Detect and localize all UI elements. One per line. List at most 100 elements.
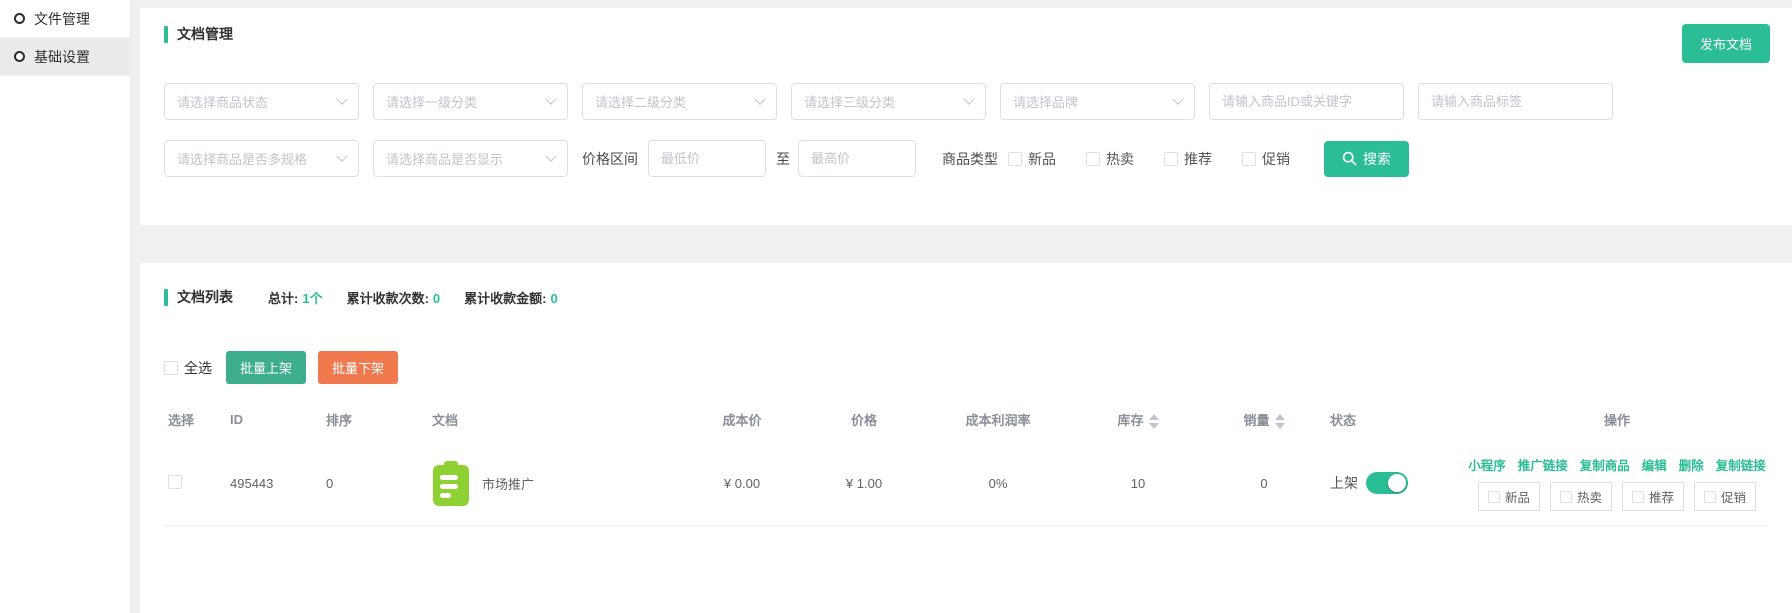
sidebar-item-basic-settings[interactable]: 基础设置: [0, 38, 130, 76]
row-price: ¥ 1.00: [806, 441, 922, 526]
bulk-list-button[interactable]: 批量上架: [226, 351, 306, 384]
checkbox-label: 促销: [1262, 149, 1290, 169]
document-thumbnail-icon: [432, 461, 470, 506]
row-actions-cell: 小程序 推广链接 复制商品 编辑 删除 复制链接 新品 热卖 推荐 促销: [1466, 441, 1768, 526]
select-placeholder: 请选择二级分类: [595, 92, 686, 111]
col-sort: 排序: [322, 398, 428, 441]
stat-value: 0: [551, 291, 558, 306]
type-checkbox-new[interactable]: 新品: [1008, 149, 1056, 169]
delete-link[interactable]: 删除: [1679, 455, 1704, 474]
price-to-label: 至: [776, 149, 790, 169]
chevron-down-icon: [754, 93, 765, 104]
type-checkbox-recommend[interactable]: 推荐: [1164, 149, 1212, 169]
main-content: 文档管理 发布文档 请选择商品状态 请选择一级分类 请选择二级分类 请选择三级分…: [140, 0, 1792, 613]
category-level1-select[interactable]: 请选择一级分类: [373, 83, 568, 120]
publish-document-button[interactable]: 发布文档: [1682, 24, 1770, 63]
status-toggle[interactable]: [1366, 472, 1408, 494]
bulk-delist-button[interactable]: 批量下架: [318, 351, 398, 384]
select-all-label: 全选: [184, 358, 212, 378]
col-sales: 销量: [1202, 398, 1326, 441]
chip-label: 新品: [1505, 487, 1530, 506]
chevron-down-icon: [963, 93, 974, 104]
tag-checkbox-recommend[interactable]: 推荐: [1622, 482, 1684, 511]
copy-product-link[interactable]: 复制商品: [1580, 455, 1630, 474]
checkbox-icon: [1086, 152, 1100, 166]
document-name: 市场推广: [482, 474, 534, 493]
sidebar-item-label: 文件管理: [34, 9, 90, 29]
checkbox-icon: [1488, 491, 1500, 503]
price-range-label: 价格区间: [582, 149, 638, 169]
row-id: 495443: [226, 441, 322, 526]
sales-sort-control[interactable]: [1275, 414, 1285, 429]
search-button-label: 搜索: [1363, 149, 1391, 169]
row-checkbox[interactable]: [168, 475, 182, 489]
chevron-down-icon: [336, 150, 347, 161]
select-all-checkbox[interactable]: 全选: [164, 358, 212, 378]
chip-label: 促销: [1721, 487, 1746, 506]
copy-link-link[interactable]: 复制链接: [1716, 455, 1766, 474]
checkbox-icon: [1242, 152, 1256, 166]
stat-payment-amount: 累计收款金额:0: [464, 288, 558, 307]
sidebar-item-file-management[interactable]: 文件管理: [0, 0, 130, 38]
toggle-knob: [1388, 474, 1406, 492]
type-checkbox-hot[interactable]: 热卖: [1086, 149, 1134, 169]
filter-panel: 文档管理 发布文档 请选择商品状态 请选择一级分类 请选择二级分类 请选择三级分…: [140, 8, 1792, 225]
checkbox-icon: [1560, 491, 1572, 503]
row-cost-price: ¥ 0.00: [678, 441, 806, 526]
min-price-input[interactable]: [648, 140, 766, 177]
multi-spec-select[interactable]: 请选择商品是否多规格: [164, 140, 359, 177]
checkbox-icon: [1164, 152, 1178, 166]
stat-payment-count: 累计收款次数:0: [347, 288, 441, 307]
tag-checkbox-promo[interactable]: 促销: [1694, 482, 1756, 511]
row-select-cell: [164, 441, 226, 526]
radio-circle-icon: [14, 13, 25, 24]
col-actions: 操作: [1466, 398, 1768, 441]
list-title: 文档列表: [177, 287, 233, 307]
tag-chips: 新品 热卖 推荐 促销: [1470, 482, 1764, 511]
category-level2-select[interactable]: 请选择二级分类: [582, 83, 777, 120]
table-row: 495443 0 市场推广: [164, 441, 1768, 526]
filter-row-2: 请选择商品是否多规格 请选择商品是否显示 价格区间 至 商品类型 新品 热卖: [164, 140, 1770, 177]
stat-total: 总计:1个: [268, 288, 323, 307]
tag-checkbox-hot[interactable]: 热卖: [1550, 482, 1612, 511]
checkbox-icon: [164, 361, 178, 375]
action-links: 小程序 推广链接 复制商品 编辑 删除 复制链接: [1470, 455, 1764, 474]
status-label: 上架: [1330, 473, 1358, 493]
tag-checkbox-new[interactable]: 新品: [1478, 482, 1540, 511]
col-document: 文档: [428, 398, 678, 441]
max-price-input[interactable]: [798, 140, 916, 177]
bulk-actions-row: 全选 批量上架 批量下架: [164, 351, 1768, 384]
sort-asc-icon[interactable]: [1275, 414, 1285, 420]
col-stock-label: 库存: [1117, 413, 1143, 428]
visibility-select[interactable]: 请选择商品是否显示: [373, 140, 568, 177]
checkbox-label: 推荐: [1184, 149, 1212, 169]
title-accent-bar: [164, 289, 168, 306]
chip-label: 推荐: [1649, 487, 1674, 506]
promotion-link[interactable]: 推广链接: [1518, 455, 1568, 474]
product-tag-input[interactable]: [1418, 83, 1613, 120]
search-icon: [1342, 151, 1357, 166]
row-cost-margin: 0%: [922, 441, 1074, 526]
sort-asc-icon[interactable]: [1149, 414, 1159, 420]
list-header: 文档列表 总计:1个 累计收款次数:0 累计收款金额:0: [164, 287, 1768, 307]
sort-desc-icon[interactable]: [1275, 423, 1285, 429]
brand-select[interactable]: 请选择品牌: [1000, 83, 1195, 120]
col-status: 状态: [1326, 398, 1466, 441]
search-button[interactable]: 搜索: [1324, 141, 1409, 177]
category-level3-select[interactable]: 请选择三级分类: [791, 83, 986, 120]
select-placeholder: 请选择商品是否多规格: [177, 149, 307, 168]
product-id-keyword-input[interactable]: [1209, 83, 1404, 120]
title-accent-bar: [164, 26, 168, 43]
product-status-select[interactable]: 请选择商品状态: [164, 83, 359, 120]
type-checkbox-promo[interactable]: 促销: [1242, 149, 1290, 169]
stock-sort-control[interactable]: [1149, 414, 1159, 429]
mini-program-link[interactable]: 小程序: [1468, 455, 1506, 474]
select-placeholder: 请选择商品状态: [177, 92, 268, 111]
sort-desc-icon[interactable]: [1149, 423, 1159, 429]
product-type-label: 商品类型: [942, 149, 998, 169]
stat-label: 累计收款次数:: [347, 291, 429, 306]
panel-header: 文档管理 发布文档: [164, 24, 1770, 63]
edit-link[interactable]: 编辑: [1642, 455, 1667, 474]
checkbox-label: 新品: [1028, 149, 1056, 169]
chevron-down-icon: [336, 93, 347, 104]
